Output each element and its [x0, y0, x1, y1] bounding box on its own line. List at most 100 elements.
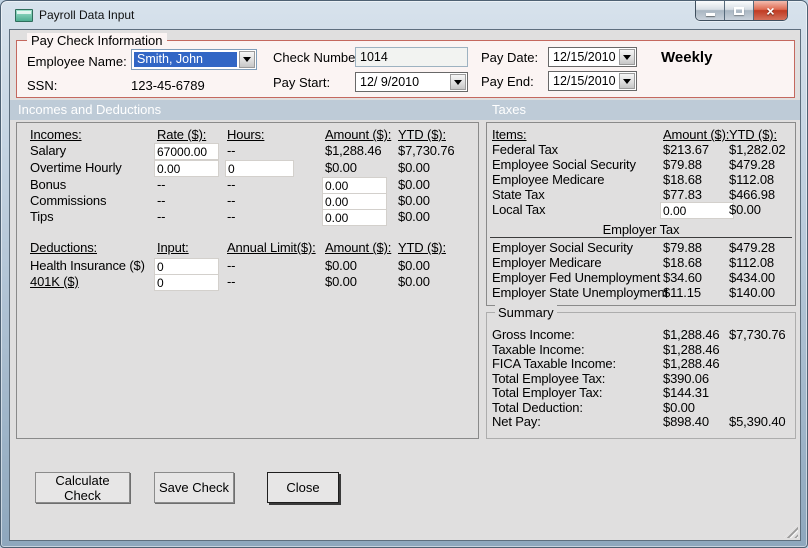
income-row-bonus: Bonus -- -- $0.00 — [17, 177, 478, 194]
tax-ytd: $466.98 — [729, 187, 775, 202]
summary-amount: $1,288.46 — [663, 356, 720, 371]
minimize-button[interactable] — [696, 1, 725, 20]
resize-grip[interactable] — [784, 524, 798, 538]
tax-ytd: $479.28 — [729, 240, 775, 255]
deduction-amount: $0.00 — [325, 274, 357, 289]
tax-ytd: $1,282.02 — [729, 142, 786, 157]
tax-amount: $18.68 — [663, 255, 702, 270]
pay-start-datepicker[interactable]: 12/ 9/2010 — [355, 72, 468, 92]
summary-group: Summary Gross Income: $1,288.46 $7,730.7… — [486, 305, 796, 439]
close-window-button[interactable]: × — [754, 1, 787, 20]
employee-combo-arrow-button[interactable] — [239, 51, 255, 68]
pay-end-arrow-button[interactable] — [619, 73, 635, 89]
summary-amount: $1,288.46 — [663, 327, 720, 342]
tax-ytd: $479.28 — [729, 157, 775, 172]
deduction-name: Health Insurance ($) — [30, 258, 145, 273]
tax-amount: $11.15 — [663, 285, 701, 300]
input-col-header: Input: — [157, 240, 189, 255]
chevron-down-icon — [623, 54, 631, 60]
salary-rate-input[interactable] — [154, 143, 219, 160]
maximize-button[interactable] — [725, 1, 754, 20]
app-icon — [15, 9, 33, 22]
deduction-ytd: $0.00 — [398, 274, 430, 289]
ssn-label: SSN: — [27, 78, 58, 93]
bonus-amount-input[interactable] — [322, 177, 387, 194]
summary-amount: $144.31 — [663, 385, 709, 400]
tax-row-federal: Federal Tax $213.67 $1,282.02 — [487, 142, 795, 158]
income-ytd: $0.00 — [398, 160, 430, 175]
401k-input[interactable] — [154, 274, 219, 291]
summary-row-net-pay: Net Pay: $898.40 $5,390.40 — [487, 414, 795, 430]
income-ytd: $0.00 — [398, 177, 430, 192]
ytd-col-header: YTD ($): — [398, 240, 446, 255]
pay-end-datepicker[interactable]: 12/15/2010 — [548, 71, 637, 91]
tax-amount: $213.67 — [663, 142, 709, 157]
tax-row-employer-state-unemp: Employer State Unemployment $11.15 $140.… — [487, 285, 795, 301]
income-ytd: $7,730.76 — [398, 143, 455, 158]
income-hours: -- — [227, 143, 236, 158]
check-number-label: Check Number: — [273, 50, 364, 65]
ssn-value: 123-45-6789 — [131, 78, 205, 93]
check-number-field[interactable]: 1014 — [355, 47, 468, 67]
tax-name: Employer Social Security — [492, 240, 633, 255]
pay-end-label: Pay End: — [481, 74, 534, 89]
save-check-button[interactable]: Save Check — [154, 472, 234, 503]
employee-name-label: Employee Name: — [27, 54, 127, 69]
overtime-hours-input[interactable] — [225, 160, 294, 177]
deduction-401k-link[interactable]: 401K ($) — [30, 274, 79, 290]
summary-label: Net Pay: — [492, 414, 541, 429]
deduction-limit: -- — [227, 258, 236, 273]
pay-date-arrow-button[interactable] — [619, 49, 635, 65]
chevron-down-icon — [623, 78, 631, 84]
calculate-check-button[interactable]: Calculate Check — [35, 472, 130, 503]
summary-row-fica: FICA Taxable Income: $1,288.46 — [487, 356, 795, 372]
paycheck-info-group: Pay Check Information Employee Name: Smi… — [16, 33, 795, 98]
tax-name: Local Tax — [492, 202, 546, 217]
overtime-rate-input[interactable] — [154, 160, 219, 177]
close-icon: × — [766, 2, 775, 19]
hours-col-header: Hours: — [227, 127, 265, 142]
pay-start-value: 12/ 9/2010 — [360, 75, 420, 89]
income-row-overtime: Overtime Hourly $0.00 $0.00 — [17, 160, 478, 177]
pay-start-label: Pay Start: — [273, 75, 331, 90]
pay-date-label: Pay Date: — [481, 50, 539, 65]
pay-date-datepicker[interactable]: 12/15/2010 — [548, 47, 637, 67]
section-header-band: Incomes and Deductions Taxes — [10, 100, 800, 120]
taxes-section-title: Taxes — [492, 102, 526, 117]
tax-name: Employer Fed Unemployment — [492, 270, 661, 285]
tax-ytd: $140.00 — [729, 285, 775, 300]
tax-name: Employer State Unemployment — [492, 285, 668, 300]
summary-row-employer-tax: Total Employer Tax: $144.31 — [487, 385, 795, 401]
deduction-row-401k: 401K ($) -- $0.00 $0.00 — [17, 274, 478, 291]
taxes-panel: Items: Amount ($): YTD ($): Federal Tax … — [486, 122, 796, 306]
chevron-down-icon — [454, 79, 462, 85]
tax-name: Employee Medicare — [492, 172, 605, 187]
income-rate: -- — [157, 209, 166, 224]
tips-amount-input[interactable] — [322, 209, 387, 226]
close-button[interactable]: Close — [267, 472, 339, 503]
income-row-salary: Salary -- $1,288.46 $7,730.76 — [17, 143, 478, 160]
deduction-amount: $0.00 — [325, 258, 357, 273]
deductions-col-header: Deductions: — [30, 240, 97, 255]
health-insurance-input[interactable] — [154, 258, 219, 275]
incomes-deductions-panel: Incomes: Rate ($): Hours: Amount ($): YT… — [16, 122, 479, 439]
tax-row-local: Local Tax $0.00 — [487, 202, 795, 219]
summary-label: Total Employer Tax: — [492, 385, 603, 400]
tax-name: Federal Tax — [492, 142, 559, 157]
income-row-commissions: Commissions -- -- $0.00 — [17, 193, 478, 210]
tax-amount: $79.88 — [663, 157, 702, 172]
summary-row-gross: Gross Income: $1,288.46 $7,730.76 — [487, 327, 795, 343]
window-controls: × — [695, 1, 788, 21]
summary-ytd: $7,730.76 — [729, 327, 786, 342]
local-tax-input[interactable] — [660, 202, 734, 219]
income-amount: $1,288.46 — [325, 143, 382, 158]
incomes-header-row: Incomes: Rate ($): Hours: Amount ($): YT… — [17, 127, 478, 143]
title-bar[interactable]: Payroll Data Input × — [1, 1, 807, 29]
employer-tax-divider — [490, 237, 792, 238]
pay-date-value: 12/15/2010 — [553, 50, 616, 64]
tax-name: Employee Social Security — [492, 157, 636, 172]
pay-start-arrow-button[interactable] — [450, 74, 466, 90]
commissions-amount-input[interactable] — [322, 193, 387, 210]
employee-name-combobox[interactable]: Smith, John — [131, 49, 257, 70]
income-rate: -- — [157, 193, 166, 208]
